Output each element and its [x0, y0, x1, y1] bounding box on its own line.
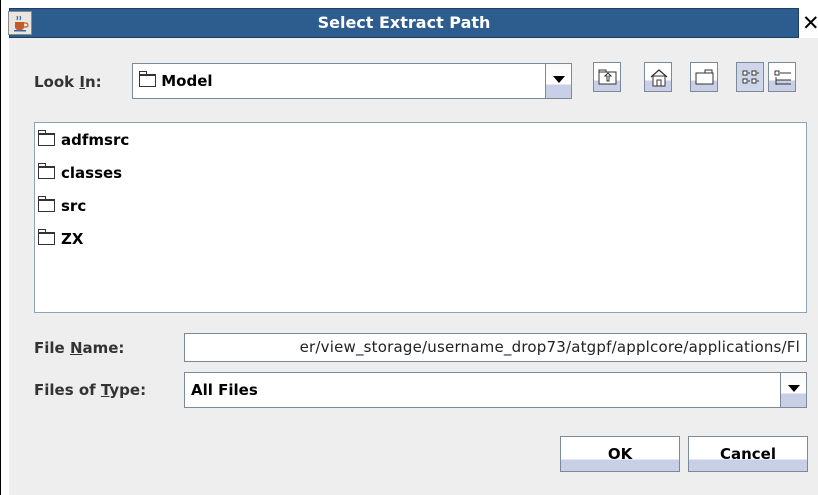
folder-icon — [38, 196, 55, 212]
file-name-field[interactable]: er/view_storage/username_drop73/atgpf/ap… — [184, 333, 807, 362]
list-item[interactable]: ZX — [38, 229, 83, 248]
up-one-level-button[interactable] — [593, 62, 621, 92]
close-icon[interactable]: ✕ — [802, 8, 818, 38]
list-item[interactable]: classes — [38, 163, 122, 182]
up-one-level-icon — [598, 69, 617, 85]
details-view-icon — [774, 70, 791, 85]
home-icon — [650, 69, 668, 87]
look-in-label: Look In: — [34, 73, 102, 91]
folder-icon — [38, 229, 55, 245]
list-view-button[interactable] — [736, 62, 764, 92]
list-view-icon — [742, 70, 759, 84]
files-of-type-label: Files of Type: — [34, 381, 147, 399]
look-in-combo[interactable]: Model — [132, 63, 572, 99]
details-view-button[interactable] — [768, 62, 796, 92]
chevron-down-icon[interactable] — [545, 64, 571, 98]
dialog-window: Select Extract Path ✕ Look In: Model adf… — [0, 0, 818, 495]
home-button[interactable] — [644, 62, 672, 92]
list-item[interactable]: adfmsrc — [38, 130, 129, 149]
cancel-button[interactable]: Cancel — [688, 436, 808, 472]
window-title: Select Extract Path — [317, 13, 491, 32]
folder-icon — [139, 71, 156, 87]
files-of-type-value: All Files — [191, 381, 258, 399]
files-of-type-combo[interactable]: All Files — [184, 372, 807, 408]
file-list[interactable]: adfmsrc classes src ZX — [34, 122, 807, 313]
file-name-label: File Name: — [34, 339, 125, 357]
folder-icon — [38, 163, 55, 179]
title-bar[interactable]: Select Extract Path — [8, 8, 799, 38]
look-in-value: Model — [139, 71, 213, 90]
new-folder-icon — [695, 69, 714, 85]
folder-icon — [38, 130, 55, 146]
file-name-value: er/view_storage/username_drop73/atgpf/ap… — [299, 338, 800, 356]
ok-button[interactable]: OK — [560, 436, 680, 472]
chevron-down-icon[interactable] — [780, 373, 806, 407]
new-folder-button[interactable] — [690, 62, 718, 92]
list-item[interactable]: src — [38, 196, 86, 215]
